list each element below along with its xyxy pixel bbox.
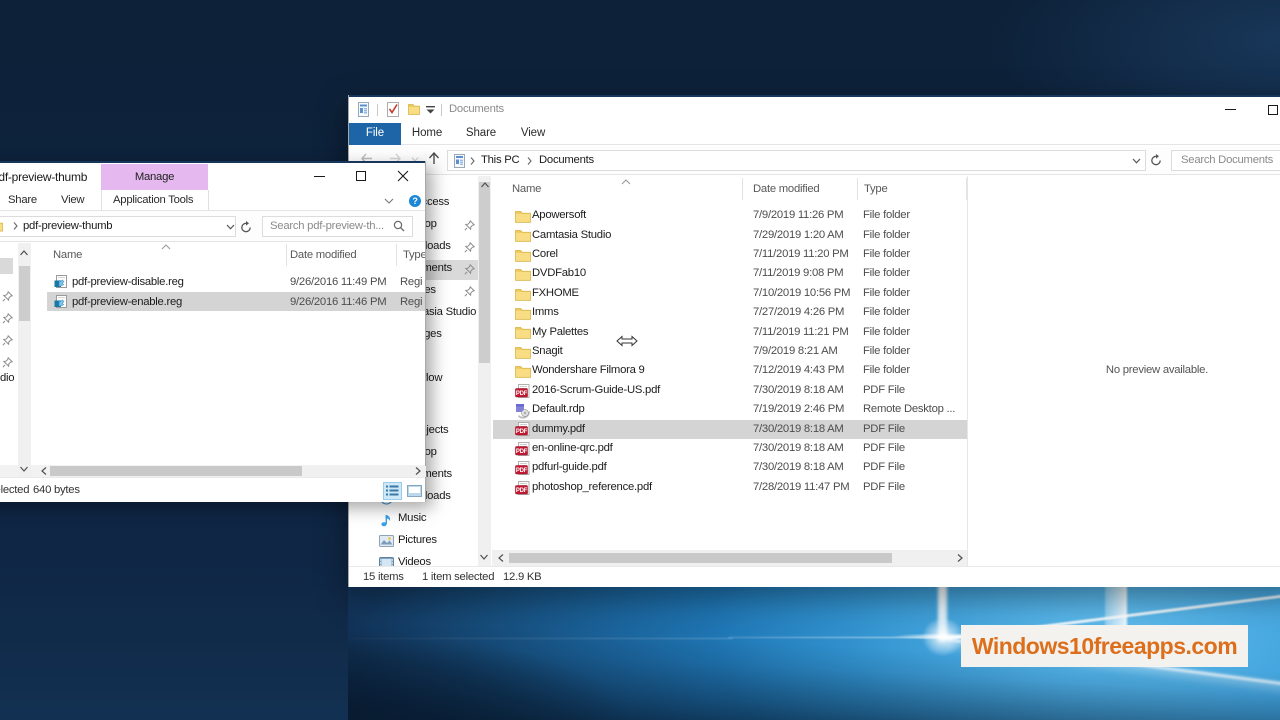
svg-text:PDF: PDF <box>516 391 528 397</box>
svg-text:PDF: PDF <box>516 468 528 474</box>
svg-text:PDF: PDF <box>516 488 528 494</box>
svg-text:PDF: PDF <box>516 449 528 455</box>
svg-text:PDF: PDF <box>516 429 528 435</box>
